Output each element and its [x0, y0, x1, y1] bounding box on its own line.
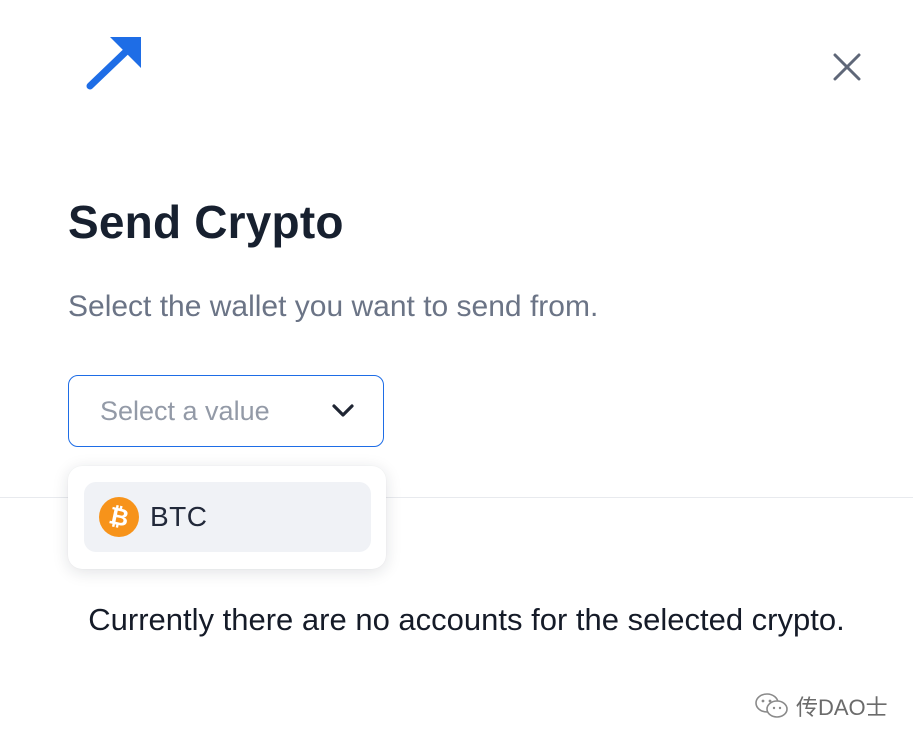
dropdown-option-btc[interactable]: ₿ BTC: [84, 482, 371, 552]
page-subtitle: Select the wallet you want to send from.: [68, 290, 599, 323]
empty-state-message: Currently there are no accounts for the …: [88, 602, 845, 637]
wechat-icon: [755, 693, 788, 718]
select-dropdown-menu: ₿ BTC: [68, 466, 386, 569]
wallet-select[interactable]: Select a value: [68, 375, 384, 447]
bitcoin-icon: ₿: [99, 497, 139, 537]
close-button[interactable]: [824, 44, 870, 90]
option-label: BTC: [150, 501, 208, 532]
logo-arrow-icon: [80, 32, 146, 94]
select-placeholder: Select a value: [100, 395, 270, 426]
page-title: Send Crypto: [68, 196, 344, 248]
chevron-down-icon: [332, 404, 354, 417]
close-icon: [833, 53, 861, 81]
watermark: 传DAO士: [754, 690, 888, 722]
watermark-text: 传DAO士: [796, 695, 888, 720]
